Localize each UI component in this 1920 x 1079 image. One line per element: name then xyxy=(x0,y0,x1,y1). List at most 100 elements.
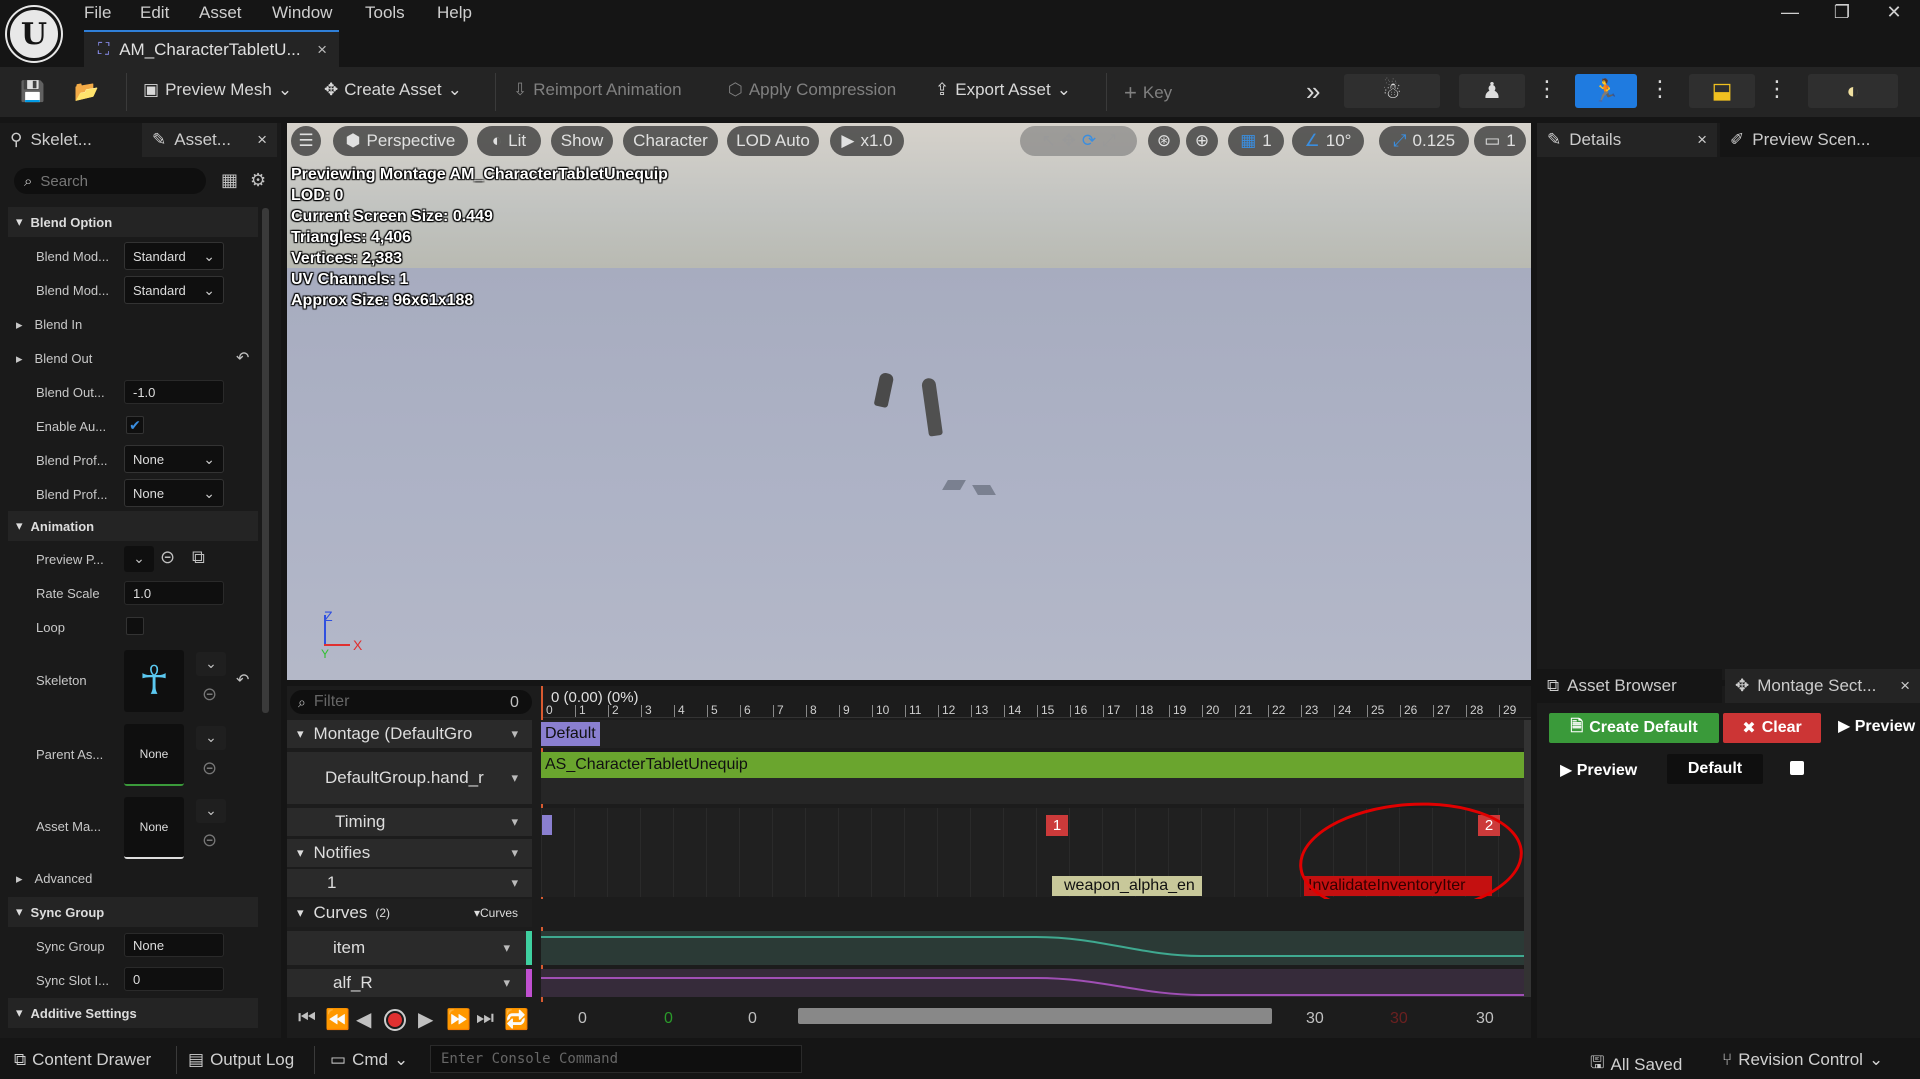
track-curve-alf[interactable]: alf_R ▾ xyxy=(287,969,532,997)
tab-asset-details[interactable]: ✎ Asset... × xyxy=(142,123,277,157)
section-marker[interactable] xyxy=(542,815,552,835)
document-tab[interactable]: ⛶ AM_CharacterTabletU... × xyxy=(84,30,339,67)
local-space-button[interactable]: ⊛ xyxy=(1148,126,1180,156)
gear-icon[interactable]: ⚙ xyxy=(250,170,266,191)
asset-mapping-thumbnail[interactable]: None xyxy=(124,797,184,859)
blend-mode-out-dropdown[interactable]: Standard ⌄ xyxy=(124,276,224,304)
record-button[interactable] xyxy=(384,1009,406,1031)
playback-speed-button[interactable]: ▶ x1.0 xyxy=(830,126,904,156)
console-input[interactable]: Enter Console Command xyxy=(430,1045,802,1073)
section-checkbox[interactable] xyxy=(1790,761,1804,775)
document-tab-close-icon[interactable]: × xyxy=(317,40,327,60)
skip-to-start-icon[interactable]: ⏮ xyxy=(298,1007,316,1030)
skip-to-end-icon[interactable]: ⏭ xyxy=(476,1007,494,1030)
use-selected-icon[interactable]: ⊝ xyxy=(160,547,175,568)
scale-snap-button[interactable]: ⤢ 0.125 xyxy=(1379,126,1469,156)
blend-profile-out-dropdown[interactable]: None ⌄ xyxy=(124,479,224,507)
animation-mode-button[interactable]: 🏃 xyxy=(1575,74,1637,108)
close-icon[interactable]: × xyxy=(257,130,267,150)
clear-button[interactable]: ✖ Clear xyxy=(1723,713,1821,743)
row-blend-in[interactable]: ▸ Blend In xyxy=(8,308,258,341)
restore-button[interactable]: ❐ xyxy=(1816,0,1868,26)
current-frame[interactable]: 0 xyxy=(664,1010,673,1028)
create-asset-button[interactable]: ✥ Create Asset ⌄ xyxy=(324,80,462,100)
viewport-menu-button[interactable]: ☰ xyxy=(291,126,321,156)
browse-asset-icon[interactable]: ⧉ xyxy=(192,547,205,568)
lod-button[interactable]: LOD Auto xyxy=(727,126,819,156)
parent-asset-dropdown[interactable]: ⌄ xyxy=(196,726,226,750)
track-notifies[interactable]: ▾ Notifies ▾ xyxy=(287,839,532,867)
grid-snap-button[interactable]: ▦ 1 xyxy=(1228,126,1284,156)
skeleton-dropdown[interactable]: ⌄ xyxy=(196,652,226,676)
menu-tools[interactable]: Tools xyxy=(365,3,405,23)
menu-asset[interactable]: Asset xyxy=(199,3,242,23)
range-end[interactable]: 30 xyxy=(1390,1010,1408,1028)
montage-section-default[interactable]: Default xyxy=(541,722,600,746)
step-back-icon[interactable]: ⏪ xyxy=(325,1007,350,1032)
animation-clip[interactable]: AS_CharacterTabletUnequip xyxy=(541,752,1531,778)
close-icon[interactable]: × xyxy=(1900,676,1910,696)
tab-preview-scene[interactable]: ✐ Preview Scen... xyxy=(1720,123,1920,157)
sync-group-input[interactable]: None xyxy=(124,933,224,957)
key-button[interactable]: + Key xyxy=(1124,80,1172,106)
table-view-icon[interactable]: ▦ xyxy=(221,170,238,191)
track-curves[interactable]: ▾ Curves (2) ▾Curves xyxy=(287,899,532,927)
track-timing[interactable]: Timing ▾ xyxy=(287,808,532,836)
left-panel-scrollbar[interactable] xyxy=(262,208,269,713)
cmd-button[interactable]: ▭ Cmd ⌄ xyxy=(330,1050,408,1070)
reset-icon[interactable]: ↶ xyxy=(236,348,249,368)
range-start[interactable]: 0 xyxy=(578,1010,587,1028)
tab-montage-sections[interactable]: ✥ Montage Sect... × xyxy=(1725,669,1920,703)
loop-icon[interactable]: 🔁 xyxy=(504,1007,529,1032)
close-button[interactable]: ✕ xyxy=(1868,0,1920,26)
show-button[interactable]: Show xyxy=(551,126,613,156)
filter-input[interactable]: ⌕ Filter xyxy=(290,690,532,714)
preview-mesh-button[interactable]: ▣ Preview Mesh ⌄ xyxy=(143,80,292,100)
angle-snap-button[interactable]: ∠ 10° xyxy=(1292,126,1364,156)
search-input[interactable]: ⌕ Search xyxy=(14,168,206,194)
section-additive-settings[interactable]: ▾ Additive Settings xyxy=(8,998,258,1028)
close-icon[interactable]: × xyxy=(1697,130,1707,150)
section-sync-group[interactable]: ▾ Sync Group xyxy=(8,897,258,927)
skeleton-mode-button[interactable]: ☃ xyxy=(1344,74,1440,108)
skeleton-thumbnail[interactable]: ☥ xyxy=(124,650,184,712)
preview-button[interactable]: ▶ Preview xyxy=(1560,760,1637,780)
play-range-end[interactable]: 30 xyxy=(1476,1010,1494,1028)
blend-mode-in-dropdown[interactable]: Standard ⌄ xyxy=(124,242,224,270)
play-reverse-icon[interactable]: ◀ xyxy=(356,1007,371,1032)
lit-button[interactable]: ◐ Lit xyxy=(477,126,541,156)
enable-auto-checkbox[interactable]: ✔ xyxy=(126,416,144,434)
tab-skeleton-tree[interactable]: ⚲ Skelet... xyxy=(0,123,140,157)
use-selected-icon[interactable]: ⊝ xyxy=(202,758,217,779)
curves-dropdown[interactable]: ▾Curves xyxy=(474,906,518,920)
row-blend-out[interactable]: ▸ Blend Out xyxy=(8,342,258,375)
timeline-range-scrollbar[interactable] xyxy=(798,1008,1272,1024)
mesh-options-icon[interactable]: ⋮ xyxy=(1536,76,1558,102)
save-icon[interactable]: 💾 xyxy=(20,79,45,104)
output-log-button[interactable]: ▤ Output Log xyxy=(188,1050,294,1070)
blend-profile-in-dropdown[interactable]: None ⌄ xyxy=(124,445,224,473)
create-default-button[interactable]: 🗎 Create Default xyxy=(1549,713,1719,743)
all-saved-button[interactable]: 🖫 All Saved xyxy=(1590,1050,1682,1079)
unreal-logo-icon[interactable]: U xyxy=(7,7,61,61)
use-selected-icon[interactable]: ⊝ xyxy=(202,830,217,851)
menu-help[interactable]: Help xyxy=(437,3,472,23)
minimize-button[interactable]: — xyxy=(1764,0,1816,26)
preview-pose-dropdown[interactable]: ⌄ xyxy=(124,546,154,572)
track-montage[interactable]: ▾ Montage (DefaultGro ▾ xyxy=(287,720,532,748)
reset-icon[interactable]: ↶ xyxy=(236,670,249,690)
export-asset-button[interactable]: ⇪ Export Asset ⌄ xyxy=(935,80,1071,100)
surface-snap-button[interactable]: ⊕ xyxy=(1186,126,1218,156)
blueprint-options-icon[interactable]: ⋮ xyxy=(1766,76,1788,102)
timing-marker-1[interactable]: 1 xyxy=(1046,815,1068,836)
track-curve-item[interactable]: item ▾ xyxy=(287,931,532,965)
track-notify-1[interactable]: 1 ▾ xyxy=(287,869,532,897)
content-drawer-button[interactable]: ⧉ Content Drawer xyxy=(14,1050,151,1070)
apply-compression-button[interactable]: ⬡ Apply Compression xyxy=(728,80,896,100)
menu-edit[interactable]: Edit xyxy=(140,3,169,23)
blend-out-trigger-input[interactable]: -1.0 xyxy=(124,380,224,404)
menu-file[interactable]: File xyxy=(84,3,111,23)
mesh-mode-button[interactable]: ♟ xyxy=(1459,74,1525,108)
default-section-button[interactable]: Default xyxy=(1667,754,1763,784)
physics-mode-button[interactable]: ◐ xyxy=(1808,74,1898,108)
